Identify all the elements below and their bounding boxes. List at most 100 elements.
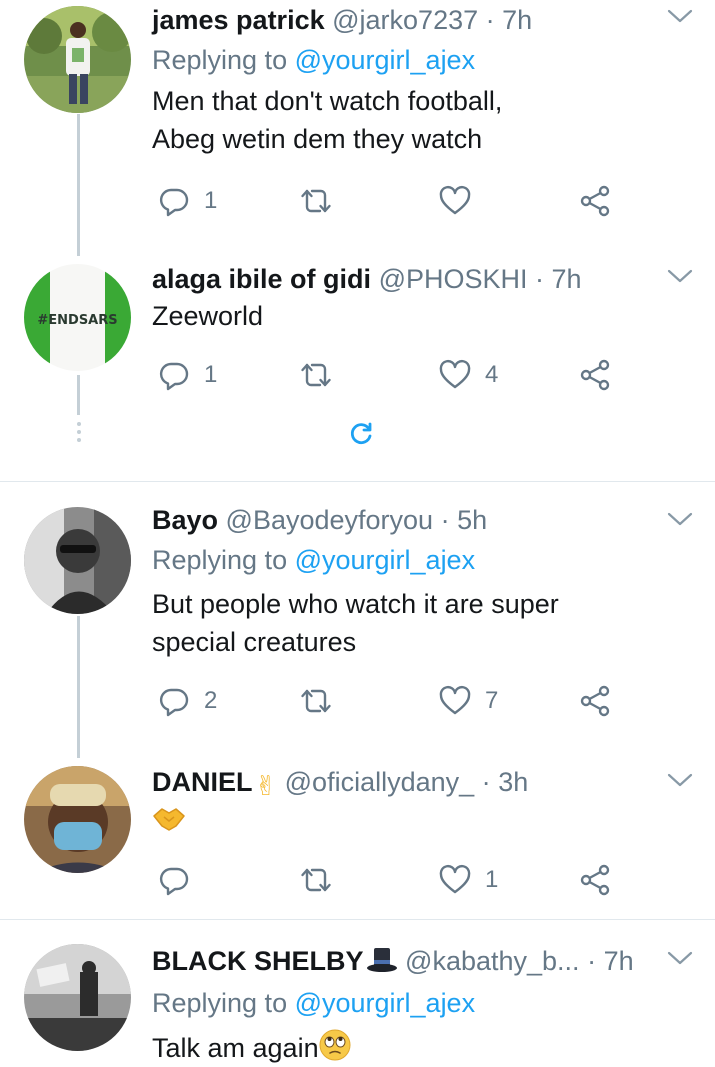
victory-hand-emoji: ✌ <box>254 771 278 801</box>
tweet-header: BLACK SHELBY @kabathy_b... · 7h <box>152 944 634 978</box>
tweet-text: Men that don't watch football, Abeg weti… <box>152 82 502 158</box>
more-replies-dots <box>76 422 82 446</box>
tweet-text-line: Talk am again <box>152 1033 319 1063</box>
like-icon <box>439 685 471 717</box>
chevron-down-icon[interactable] <box>667 266 693 286</box>
avatar[interactable]: #ENDSARS <box>24 264 131 371</box>
timestamp[interactable]: 5h <box>457 505 487 535</box>
retweet-icon <box>300 185 332 217</box>
chevron-down-icon[interactable] <box>667 6 693 26</box>
reply-button[interactable] <box>158 863 190 897</box>
replying-to: Replying to @yourgirl_ajex <box>152 986 475 1020</box>
share-icon <box>579 185 611 217</box>
action-bar: 2 7 <box>0 684 715 718</box>
like-count: 7 <box>485 687 499 714</box>
share-button[interactable] <box>579 863 611 897</box>
retweet-icon <box>300 685 332 717</box>
reply-count: 1 <box>204 361 218 388</box>
separator-dot: · <box>485 5 495 35</box>
conversation-divider <box>0 481 715 482</box>
avatar[interactable] <box>24 766 131 873</box>
like-button[interactable]: 4 <box>439 358 498 392</box>
like-icon <box>439 864 471 896</box>
retweet-icon <box>300 359 332 391</box>
chevron-down-icon[interactable] <box>667 948 693 968</box>
timestamp[interactable]: 3h <box>498 767 528 797</box>
refresh-icon[interactable] <box>348 421 374 447</box>
replying-to-link[interactable]: @yourgirl_ajex <box>295 545 475 575</box>
replying-to: Replying to @yourgirl_ajex <box>152 543 475 577</box>
like-button[interactable] <box>439 184 471 218</box>
action-bar: 1 4 <box>0 358 715 392</box>
share-button[interactable] <box>579 684 611 718</box>
display-name[interactable]: DANIEL <box>152 767 253 797</box>
tweet[interactable]: DANIEL✌ @oficiallydany_ · 3h 1 <box>0 764 715 914</box>
separator-dot: · <box>587 946 597 976</box>
replying-to-prefix: Replying to <box>152 545 295 575</box>
like-icon <box>439 185 471 217</box>
user-handle[interactable]: @PHOSKHI <box>379 264 528 294</box>
tweet-text-line: But people who watch it are super <box>152 589 559 619</box>
display-name[interactable]: alaga ibile of gidi <box>152 264 371 294</box>
share-button[interactable] <box>579 184 611 218</box>
share-button[interactable] <box>579 358 611 392</box>
retweet-button[interactable] <box>300 684 332 718</box>
tweet-header: james patrick @jarko7237 · 7h <box>152 3 532 37</box>
tweet[interactable]: james patrick @jarko7237 · 7h Replying t… <box>0 0 715 240</box>
chevron-down-icon[interactable] <box>667 509 693 529</box>
avatar-text: #ENDSARS <box>37 313 117 328</box>
tweet-text <box>152 804 186 844</box>
action-bar: 1 <box>0 184 715 218</box>
tweet-text-line: Abeg wetin dem they watch <box>152 124 483 154</box>
display-name[interactable]: Bayo <box>152 505 218 535</box>
tweet[interactable]: #ENDSARS alaga ibile of gidi @PHOSKHI · … <box>0 262 715 412</box>
like-button[interactable]: 7 <box>439 684 498 718</box>
separator-dot: · <box>440 505 450 535</box>
display-name[interactable]: james patrick <box>152 5 325 35</box>
like-count: 4 <box>485 361 499 388</box>
retweet-button[interactable] <box>300 184 332 218</box>
timestamp[interactable]: 7h <box>604 946 634 976</box>
avatar[interactable] <box>24 6 131 113</box>
like-count: 1 <box>485 866 499 893</box>
tweet[interactable]: BLACK SHELBY @kabathy_b... · 7h Replying… <box>0 944 715 1066</box>
reply-icon <box>158 864 190 896</box>
share-icon <box>579 359 611 391</box>
reply-count: 1 <box>204 187 218 214</box>
reply-count: 2 <box>204 687 218 714</box>
timestamp[interactable]: 7h <box>502 5 532 35</box>
tweet-header: Bayo @Bayodeyforyou · 5h <box>152 503 487 537</box>
user-handle[interactable]: @Bayodeyforyou <box>226 505 434 535</box>
reply-icon <box>158 359 190 391</box>
tweet-text: But people who watch it are super specia… <box>152 585 559 661</box>
timestamp[interactable]: 7h <box>552 264 582 294</box>
user-handle[interactable]: @kabathy_b... <box>405 946 580 976</box>
user-handle[interactable]: @jarko7237 <box>332 5 478 35</box>
retweet-button[interactable] <box>300 863 332 897</box>
share-icon <box>579 685 611 717</box>
display-name[interactable]: BLACK SHELBY <box>152 946 364 976</box>
replying-to-link[interactable]: @yourgirl_ajex <box>295 988 475 1018</box>
reply-button[interactable]: 1 <box>158 358 217 392</box>
replying-to-prefix: Replying to <box>152 988 295 1018</box>
face-with-rolling-eyes-emoji <box>319 1029 351 1061</box>
like-button[interactable]: 1 <box>439 863 498 897</box>
tweet-text-line: Men that don't watch football, <box>152 86 503 116</box>
reply-button[interactable]: 1 <box>158 184 217 218</box>
separator-dot: · <box>481 767 491 797</box>
user-handle[interactable]: @oficiallydany_ <box>285 767 475 797</box>
like-icon <box>439 359 471 391</box>
avatar[interactable] <box>24 944 131 1051</box>
replying-to-prefix: Replying to <box>152 45 295 75</box>
retweet-button[interactable] <box>300 358 332 392</box>
handshake-emoji <box>153 808 185 831</box>
tweet-header: DANIEL✌ @oficiallydany_ · 3h <box>152 765 528 803</box>
reply-button[interactable]: 2 <box>158 684 217 718</box>
share-icon <box>579 864 611 896</box>
avatar[interactable] <box>24 507 131 614</box>
action-bar: 1 <box>0 863 715 897</box>
tweet-header: alaga ibile of gidi @PHOSKHI · 7h <box>152 262 582 296</box>
tweet[interactable]: Bayo @Bayodeyforyou · 5h Replying to @yo… <box>0 503 715 743</box>
chevron-down-icon[interactable] <box>667 770 693 790</box>
replying-to-link[interactable]: @yourgirl_ajex <box>295 45 475 75</box>
